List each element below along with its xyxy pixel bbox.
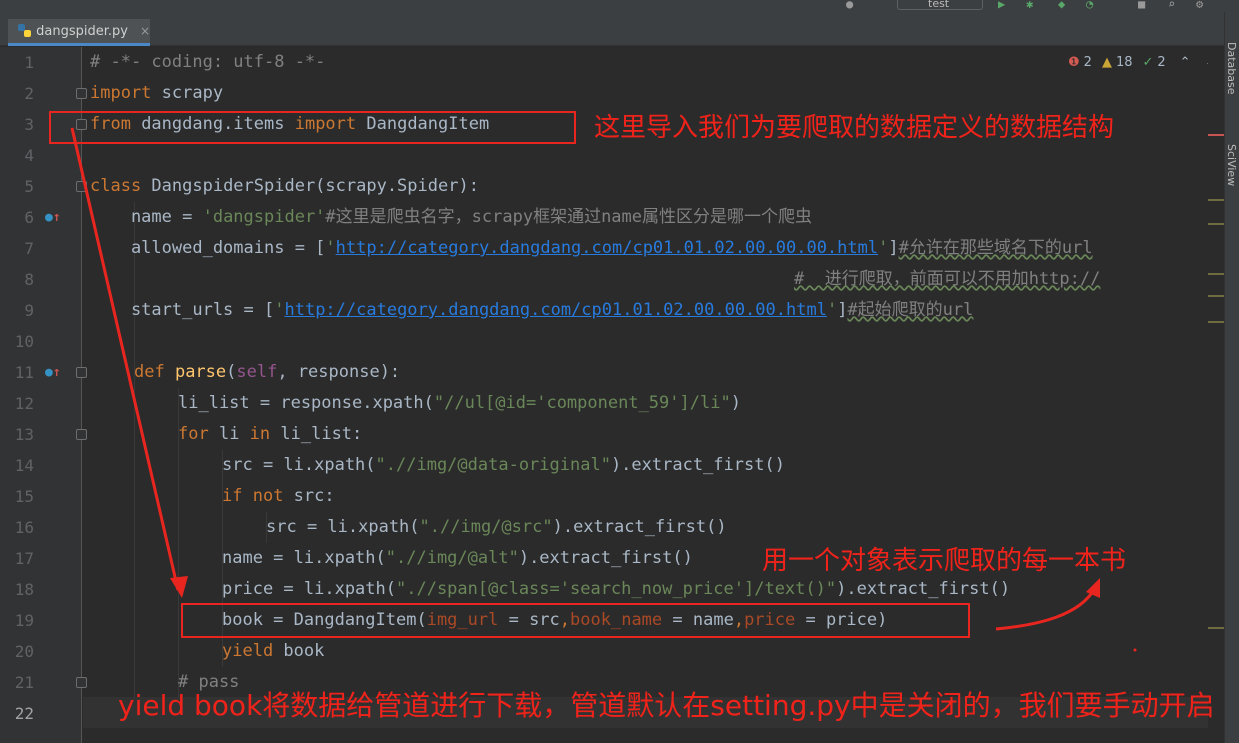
arrow-line [995, 587, 1097, 631]
arrow-line [70, 127, 180, 591]
arrow-head [1086, 578, 1100, 598]
annotation-arrows [70, 127, 1137, 652]
arrow-head [170, 576, 188, 598]
dot-mark [1133, 648, 1137, 652]
